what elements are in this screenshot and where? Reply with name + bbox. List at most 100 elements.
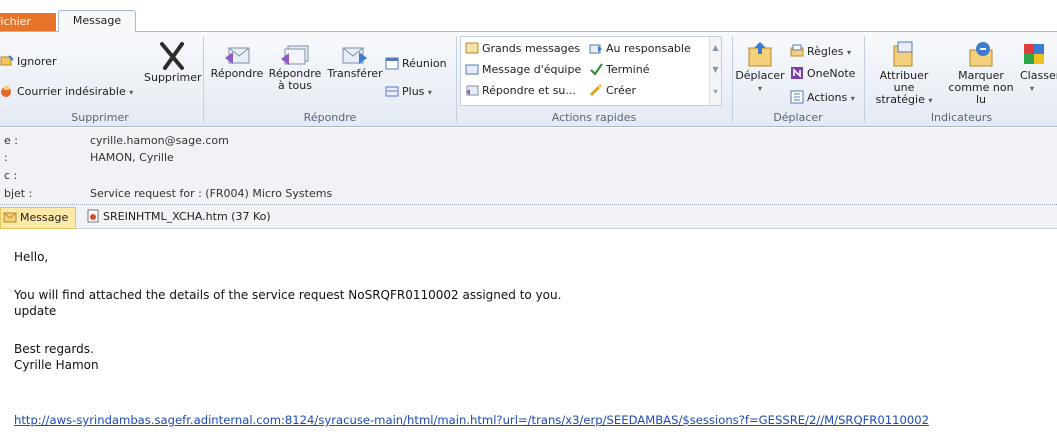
junk-mail-label: Courrier indésirable [17,85,126,98]
service-request-link[interactable]: http://aws-syrindambas.sagefr.adinternal… [14,413,929,427]
attachment-message-label: Message [20,211,69,224]
html-file-icon [87,209,99,223]
reply-all-label-2: à tous [278,79,312,92]
group-label-supprimer: Supprimer [71,111,129,124]
onenote-button[interactable]: OneNote [790,66,855,80]
from-value[interactable]: cyrille.hamon@sage.com [90,134,229,148]
move-label: Déplacer [735,69,785,82]
body-greeting: Hello, [14,250,49,264]
forward-icon [342,47,367,64]
scroll-down-icon[interactable]: ▼ [710,59,721,81]
header-divider [0,204,1057,205]
big-messages-icon [465,42,479,54]
to-label: : [4,151,8,164]
expand-gallery-icon[interactable]: ▾ [710,81,721,103]
separator [203,36,204,122]
mark-unread-icon [969,42,993,67]
group-label-repondre: Répondre [303,111,357,124]
create-icon [589,84,602,97]
cc-label: c : [4,169,18,182]
separator [732,36,733,122]
to-manager-icon [589,44,602,54]
body-signature: Cyrille Hamon [14,358,99,372]
forward-label: Transférer [327,67,383,80]
mark-unread-button[interactable]: Marquer comme non lu [944,40,1018,106]
body-line2: update [14,304,57,318]
attachment-file-label: SREINHTML_XCHA.htm (37 Ko) [103,210,271,223]
move-button[interactable]: Déplacer ▾ [734,40,786,95]
onenote-icon [791,67,803,79]
assign-policy-label-2: stratégie [875,93,925,106]
group-label-indicateurs: Indicateurs [930,111,993,124]
reply-label: Répondre [210,67,264,80]
checkmark-icon [590,63,603,76]
reply-button[interactable]: Répondre [209,42,265,80]
quick-step-au-responsable[interactable]: Au responsable [589,41,691,55]
categorize-icon [1024,44,1044,64]
assign-policy-label-1: Attribuer une [879,69,929,94]
group-deplacer: Déplacer ▾ Règles ▾ OneNote Actions ▾ Dép… [734,34,862,126]
envelope-icon [3,212,17,223]
attachment-file[interactable]: SREINHTML_XCHA.htm (37 Ko) [82,207,271,229]
reply-all-button[interactable]: Répondre à tous [265,42,325,92]
actions-icon [790,90,804,104]
quick-step-create[interactable]: Créer [589,83,636,97]
meeting-button[interactable]: Réunion [385,56,447,70]
scroll-up-icon[interactable]: ▲ [710,37,721,59]
mark-unread-label-2: comme non lu [948,81,1014,106]
reply-all-icon [281,45,309,65]
rules-label: Règles [807,45,844,58]
group-label-actions-rapides: Actions rapides [551,111,637,124]
onenote-label: OneNote [807,67,856,80]
rules-icon [790,44,804,57]
ignore-button[interactable]: Ignorer [0,54,57,68]
quick-step-reply-delete[interactable]: Répondre et su... [465,83,576,97]
attachment-message-tab[interactable]: Message [0,207,76,229]
tab-message[interactable]: Message [58,10,136,32]
assign-policy-button[interactable]: Attribuer une stratégie ▾ [868,40,940,107]
quick-step-done[interactable]: Terminé [589,62,649,76]
body-line1: You will find attached the details of th… [14,288,562,302]
calendar-icon [385,57,399,70]
delete-button[interactable]: Supprimer [144,38,202,84]
subject-value: Service request for : (FR004) Micro Syst… [90,187,333,200]
to-value[interactable]: HAMON, Cyrille [90,151,174,165]
forward-button[interactable]: Transférer [325,42,385,80]
quick-steps-gallery: Grands messages Au responsable Message d… [460,36,722,106]
separator [864,36,865,122]
ignore-label: Ignorer [17,55,57,68]
reply-icon [225,47,250,64]
group-repondre: Répondre Répondre à tous Transférer Réun… [205,34,455,126]
message-header: e : cyrille.hamon@sage.com : HAMON, Cyrill… [0,128,1057,229]
junk-mail-button[interactable]: Courrier indésirable ▾ [0,84,133,99]
separator [456,36,457,122]
reply-delete-icon [466,85,479,96]
from-label: e : [4,134,18,147]
actions-label: Actions [807,91,848,104]
tab-file[interactable]: Fichier [0,13,56,31]
categorize-button[interactable]: Classer ▾ [1020,40,1057,95]
assign-policy-icon [893,41,913,67]
delete-label: Supprimer [144,71,202,84]
delete-icon [160,42,184,70]
meeting-label: Réunion [402,57,447,70]
junk-mail-icon [1,86,11,97]
move-folder-icon [748,42,772,67]
group-supprimer: Ignorer Courrier indésirable ▾ Supprimer… [0,34,202,126]
ribbon: Ignorer Courrier indésirable ▾ Supprimer… [0,31,1057,127]
more-button[interactable]: Plus ▾ [385,84,432,99]
categorize-label: Classer [1020,69,1057,82]
ribbon-tabs: Fichier Message [0,0,1057,32]
subject-label: bjet : [4,187,33,200]
group-label-deplacer: Déplacer [773,111,823,124]
ignore-icon [0,55,14,66]
body-regards: Best regards. [14,342,94,356]
team-message-icon [465,64,479,75]
quick-steps-scroll[interactable]: ▲ ▼ ▾ [709,37,721,105]
group-indicateurs: Attribuer une stratégie ▾ Marquer comme … [866,34,1057,126]
rules-button[interactable]: Règles ▾ [790,44,851,59]
quick-step-team-message[interactable]: Message d'équipe [465,62,581,76]
quick-step-big-messages[interactable]: Grands messages [465,41,580,55]
actions-button[interactable]: Actions ▾ [790,90,855,105]
more-icon [385,86,399,97]
